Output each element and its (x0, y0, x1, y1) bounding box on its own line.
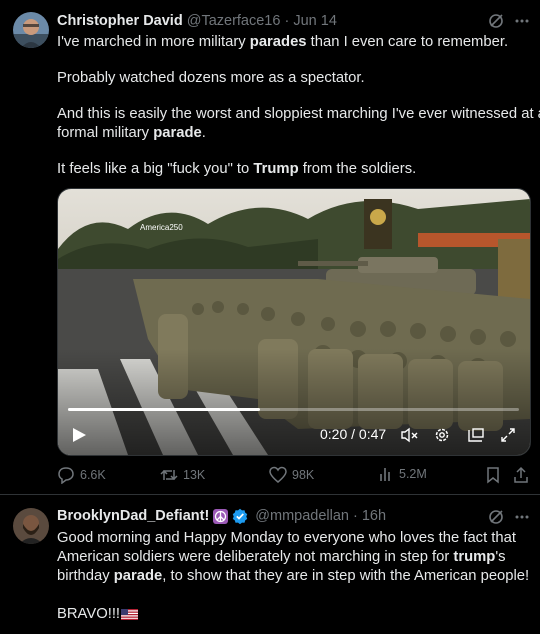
separator-dot: · (284, 13, 290, 29)
play-button[interactable] (71, 427, 87, 448)
highlight-term: parade (153, 125, 202, 141)
tweet-2[interactable]: BrooklynDad_Defiant! @mmpadellan · 16h G… (0, 495, 540, 634)
tweet-1[interactable]: Christopher David @Tazerface16 · Jun 14 … (0, 0, 540, 494)
video-time: 0:20 / 0:47 (320, 426, 387, 442)
video-player[interactable]: America250 0:20 / 0:47 (57, 188, 531, 456)
tweet-line: It feels like a big "fuck you" to Trump … (57, 161, 417, 177)
highlight-term: parades (249, 34, 307, 50)
author-handle[interactable]: @mmpadellan (255, 508, 349, 524)
tweet-actions: 6.6K 13K 98K 5.2M (57, 466, 530, 488)
tweet-line: formal military parade. (57, 125, 206, 141)
verified-badge-icon[interactable] (232, 508, 248, 525)
video-progress-track[interactable] (68, 408, 519, 411)
views-count: 5.2M (399, 467, 427, 481)
more-icon[interactable] (514, 509, 530, 530)
tweet-line: Probably watched dozens more as a specta… (57, 70, 365, 86)
bookmark-button[interactable] (485, 466, 501, 484)
highlight-term: parade (113, 568, 163, 584)
repost-count: 13K (183, 468, 206, 482)
tweet-date[interactable]: Jun 14 (293, 13, 337, 29)
reply-button[interactable]: 6.6K (57, 466, 106, 484)
tweet-line: birthday parade, to show that they are i… (57, 568, 530, 584)
like-count: 98K (292, 468, 315, 482)
highlight-term: trump (453, 549, 496, 565)
gear-icon (435, 428, 449, 442)
repost-button[interactable]: 13K (160, 466, 205, 484)
picture-in-picture-icon (468, 428, 484, 442)
highlight-term: Trump (253, 161, 299, 177)
views-button[interactable]: 5.2M (378, 466, 427, 482)
repost-icon (160, 469, 178, 481)
more-icon[interactable] (514, 13, 530, 34)
tweet-date[interactable]: 16h (362, 508, 386, 524)
tweet-line: BRAVO!!! (57, 605, 529, 624)
tweet-text: Good morning and Happy Monday to everyon… (57, 529, 529, 624)
mute-button[interactable] (400, 427, 420, 448)
reply-count: 6.6K (80, 468, 106, 482)
tweet-line: Good morning and Happy Monday to everyon… (57, 530, 516, 546)
grok-icon[interactable] (488, 13, 504, 34)
play-icon (73, 428, 86, 442)
fullscreen-icon (501, 428, 515, 442)
reply-icon (58, 467, 74, 484)
bookmark-icon (487, 467, 499, 484)
author-handle[interactable]: @Tazerface16 (187, 13, 281, 29)
peace-icon (213, 508, 229, 524)
bravo-text: BRAVO!!! (57, 606, 121, 622)
author-name[interactable]: BrooklynDad_Defiant! (57, 508, 209, 524)
volume-muted-icon (401, 427, 418, 443)
heart-icon (269, 466, 287, 483)
us-flag-icon (121, 609, 139, 620)
share-icon (514, 466, 528, 483)
video-frame (58, 189, 530, 455)
share-button[interactable] (513, 466, 529, 484)
header-actions (488, 509, 530, 530)
tweet-text: I've marched in more military parades th… (57, 33, 540, 196)
fullscreen-button[interactable] (500, 427, 516, 448)
pip-button[interactable] (468, 427, 484, 448)
video-progress-fill (68, 408, 260, 411)
like-button[interactable]: 98K (269, 466, 314, 484)
header-actions (488, 13, 530, 34)
video-watermark: America250 (140, 223, 183, 232)
tweet-line: And this is easily the worst and sloppie… (57, 106, 540, 122)
settings-button[interactable] (434, 427, 450, 448)
tweet-header: Christopher David @Tazerface16 · Jun 14 (57, 13, 337, 29)
author-name[interactable]: Christopher David (57, 13, 183, 29)
avatar[interactable] (13, 12, 49, 48)
views-icon (380, 468, 390, 481)
grok-icon[interactable] (488, 509, 504, 530)
avatar[interactable] (13, 508, 49, 544)
separator-dot: · (353, 508, 358, 524)
tweet-line: I've marched in more military parades th… (57, 34, 509, 50)
tweet-header: BrooklynDad_Defiant! @mmpadellan · 16h (57, 508, 386, 525)
tweet-line: American soldiers were deliberately not … (57, 549, 506, 565)
